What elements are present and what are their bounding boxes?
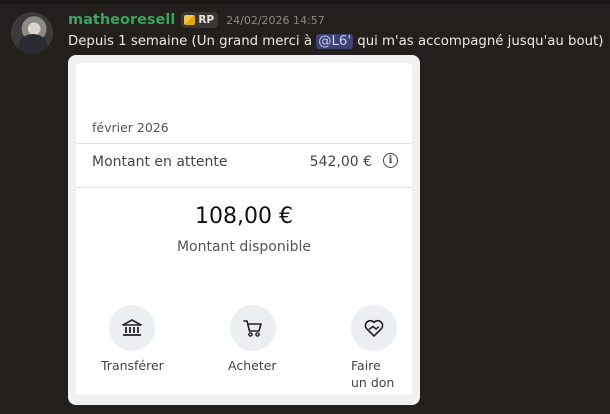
donate-label-line2: un don xyxy=(351,375,395,390)
avatar[interactable] xyxy=(11,12,53,54)
role-badge-icon xyxy=(184,15,196,25)
available-balance-label: Montant disponible xyxy=(176,239,312,255)
info-icon: i xyxy=(383,153,398,168)
chat-message: matheoresell RP 24/02/2026 14:57 Depuis … xyxy=(0,0,610,414)
image-attachment[interactable]: février 2026 Montant en attente 542,00 €… xyxy=(68,55,420,405)
message-content: Depuis 1 semaine (Un grand merci à @L6' … xyxy=(68,33,603,51)
divider xyxy=(76,187,412,188)
cart-icon xyxy=(230,305,276,351)
pending-label: Montant en attente xyxy=(92,154,228,170)
transfer-label: Transférer xyxy=(101,358,164,373)
donate-label-line1: Faire xyxy=(351,358,381,373)
donate-label: Faire un don xyxy=(351,357,411,391)
available-balance: 108,00 € xyxy=(195,204,293,229)
month-label: février 2026 xyxy=(92,120,169,135)
user-mention[interactable]: @L6' xyxy=(316,34,354,49)
donate-action: Faire un don xyxy=(351,305,411,391)
role-badge-label: RP xyxy=(198,14,215,26)
heart-hand-icon xyxy=(351,305,397,351)
divider xyxy=(76,143,412,144)
username[interactable]: matheoresell xyxy=(68,12,175,28)
buy-action: Acheter xyxy=(228,305,288,374)
wallet-card: février 2026 Montant en attente 542,00 €… xyxy=(76,63,412,395)
bank-icon xyxy=(109,305,155,351)
message-text-after: qui m'as accompagné jusqu'au bout) xyxy=(353,34,604,49)
buy-label: Acheter xyxy=(228,358,277,373)
timestamp: 24/02/2026 14:57 xyxy=(226,13,325,27)
role-badge[interactable]: RP xyxy=(181,12,219,28)
message-text-before: Depuis 1 semaine (Un grand merci à xyxy=(68,34,317,49)
transfer-action: Transférer xyxy=(101,305,164,374)
message-header: matheoresell RP 24/02/2026 14:57 xyxy=(68,10,325,30)
pending-amount: 542,00 € xyxy=(309,154,372,170)
